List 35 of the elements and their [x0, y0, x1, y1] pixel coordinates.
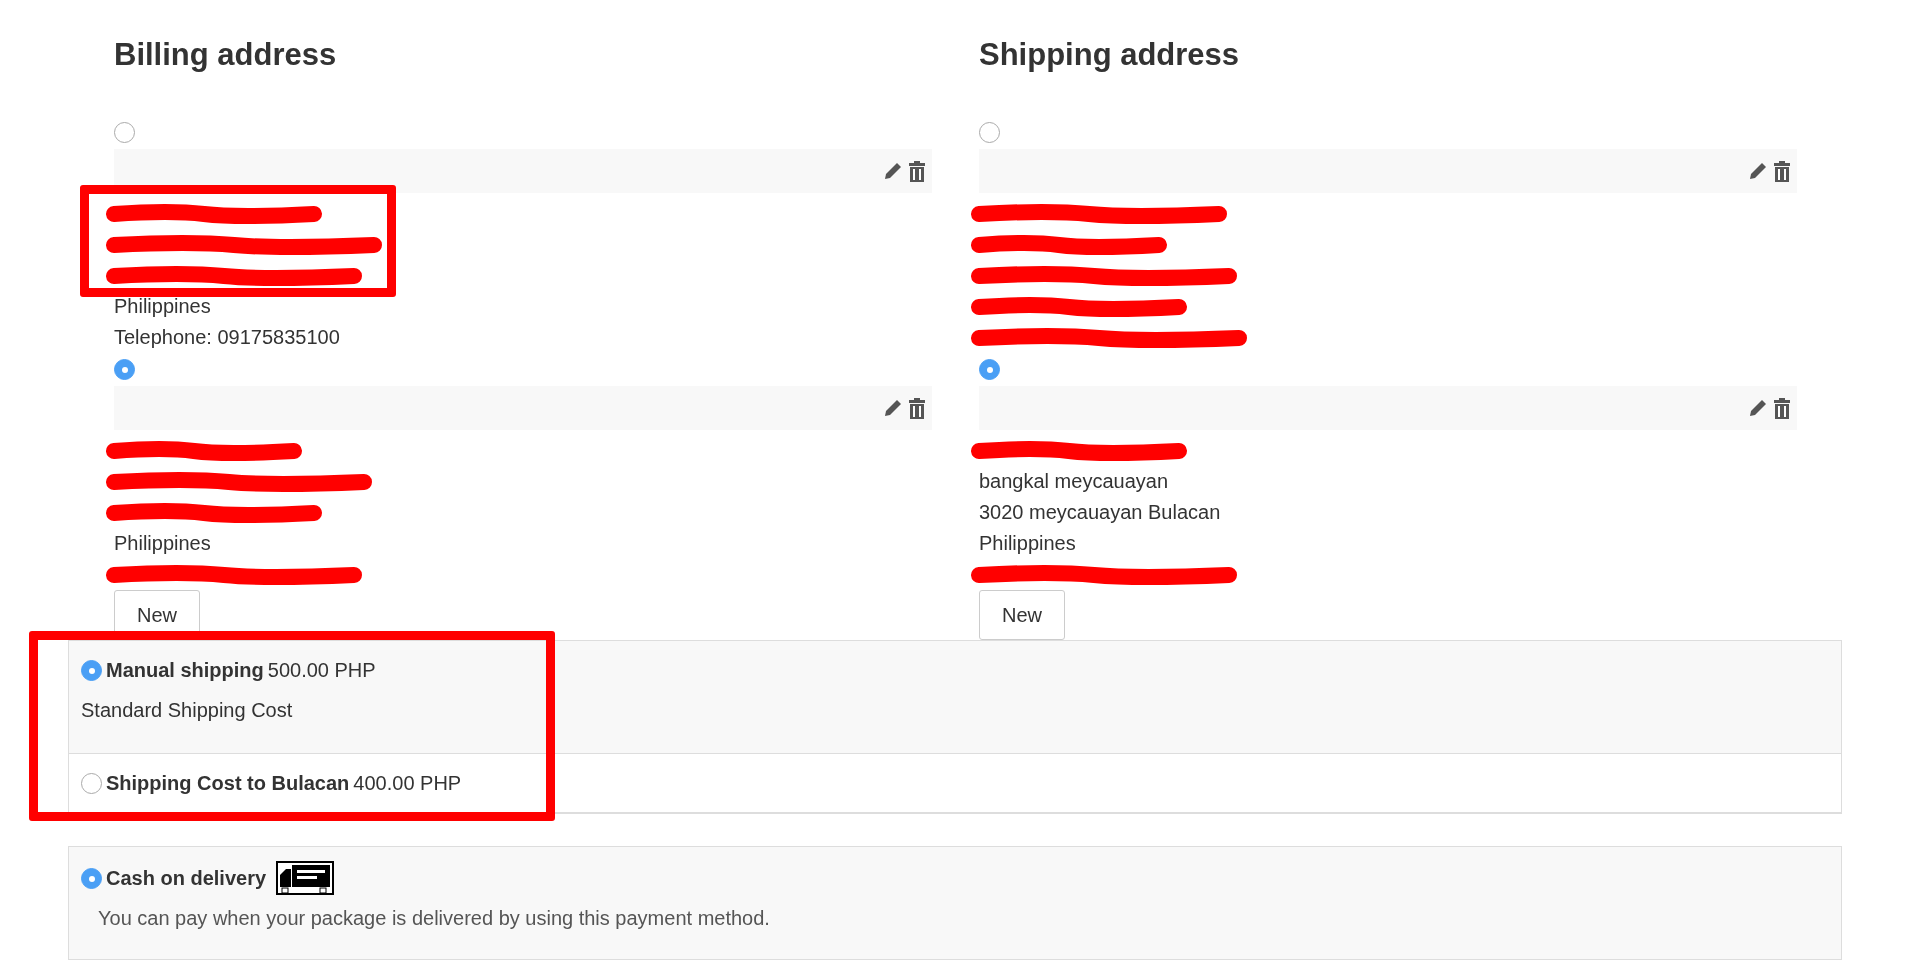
pencil-icon[interactable]	[882, 397, 904, 419]
pencil-icon[interactable]	[1747, 397, 1769, 419]
shipping-option[interactable]: Manual shipping 500.00 PHP Standard Shipping Cost	[69, 641, 1841, 754]
trash-icon[interactable]	[908, 397, 926, 419]
truck-icon	[276, 861, 335, 895]
radio-button[interactable]	[81, 659, 102, 681]
address-line: Philippines	[114, 532, 211, 554]
radio-button[interactable]	[81, 867, 102, 889]
address-line: Philippines	[979, 532, 1076, 554]
address-line: bangkal meycauayan	[979, 470, 1168, 492]
option-title: Manual shipping	[106, 658, 264, 683]
pencil-icon[interactable]	[882, 160, 904, 182]
section-title: Shipping address	[979, 36, 1241, 74]
address-line: 3020 meycauayan Bulacan	[979, 501, 1221, 523]
payment-description: You can pay when your package is delivered by using this payment method.	[97, 906, 771, 931]
radio-button[interactable]	[114, 122, 135, 143]
address-line: Philippines	[114, 295, 211, 317]
new-button[interactable]: New	[979, 590, 1065, 640]
radio-button[interactable]	[114, 359, 135, 380]
radio-button[interactable]	[81, 772, 102, 794]
shipping-option[interactable]: Shipping Cost to Bulacan 400.00 PHP	[69, 754, 1841, 813]
radio-button[interactable]	[979, 122, 1000, 143]
radio-button[interactable]	[979, 359, 1000, 380]
option-title: Cash on delivery	[106, 866, 267, 891]
section-title: Billing address	[114, 36, 338, 74]
address-line: Telephone: 09175835100	[114, 326, 340, 348]
payment-option[interactable]: Cash on delivery You can pay when your package is delivered by using this payment method.	[68, 846, 1842, 960]
option-price: 400.00 PHP	[353, 771, 462, 796]
option-description: Standard Shipping Cost	[81, 698, 294, 723]
trash-icon[interactable]	[908, 160, 926, 182]
trash-icon[interactable]	[1773, 397, 1791, 419]
trash-icon[interactable]	[1773, 160, 1791, 182]
option-title: Shipping Cost to Bulacan	[106, 771, 350, 796]
option-price: 500.00 PHP	[267, 658, 376, 683]
pencil-icon[interactable]	[1747, 160, 1769, 182]
